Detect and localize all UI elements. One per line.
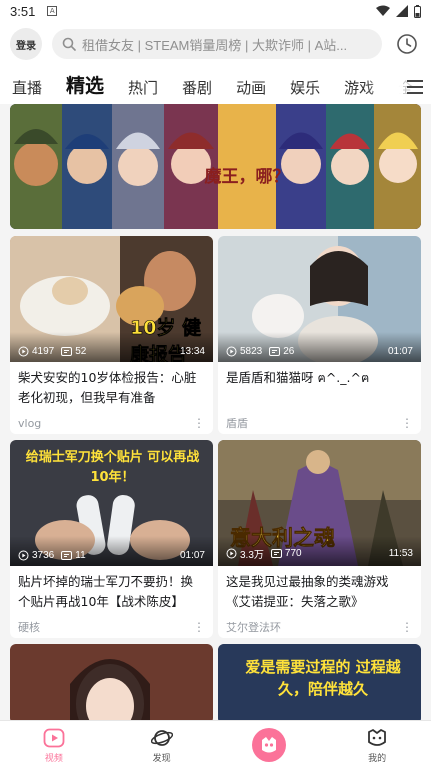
thumbnail-caption: 爱是需要过程的 过程越久，陪伴越久 — [245, 658, 401, 698]
views-icon — [226, 548, 237, 559]
video-card[interactable]: 意大利之魂 3.3万 770 11:53 这是我见过最抽象的类魂游戏《艾诺提亚：… — [218, 440, 421, 638]
danmaku-count: 26 — [283, 346, 295, 357]
danmaku-icon — [269, 347, 281, 356]
video-title: 是盾盾和猫猫呀 ฅ^._.^ฅ — [226, 370, 370, 385]
nav-discover[interactable]: 发现 — [108, 721, 216, 769]
nav-video-label: 视频 — [44, 753, 63, 764]
planet-icon — [150, 729, 173, 746]
views-icon — [18, 550, 29, 561]
view-count: 3.3万 — [240, 550, 264, 561]
search-icon — [62, 37, 76, 51]
play-icon — [43, 728, 65, 747]
search-placeholder: 租借女友 | STEAM销量周榜 | 大欺诈师 | A站... — [82, 37, 348, 53]
video-thumbnail: 10岁 健康报告 4197 52 13:34 — [10, 236, 213, 362]
tab-hot[interactable]: 热门 — [128, 77, 158, 98]
banner-artwork: 魔王，哪？ — [10, 104, 421, 229]
video-card[interactable]: 10岁 健康报告 4197 52 13:34 柴犬安安的10岁体检报告：心脏老化… — [10, 236, 213, 434]
video-duration: 13:34 — [179, 346, 205, 357]
danmaku-count: 52 — [75, 346, 87, 357]
view-count: 3736 — [32, 550, 55, 561]
video-author: 硬核 — [18, 621, 40, 634]
bottom-nav: 视频 发现 我的 — [0, 720, 431, 769]
video-duration: 01:07 — [179, 550, 205, 561]
category-tabs: 直播 精选 热门 番剧 动画 娱乐 游戏 全 — [0, 66, 431, 104]
video-thumbnail: 爱是需要过程的 过程越久，陪伴越久 — [218, 644, 421, 724]
tab-entertainment[interactable]: 娱乐 — [290, 77, 320, 98]
danmaku-icon — [61, 551, 73, 560]
thumbnail-image — [10, 644, 213, 724]
view-count: 4197 — [32, 346, 55, 357]
video-title: 贴片坏掉的瑞士军刀不要扔！换个贴片再战10年【战术陈皮】 — [18, 574, 194, 609]
video-card[interactable]: 5823 26 01:07 是盾盾和猫猫呀 ฅ^._.^ฅ 盾盾 ⋮ — [218, 236, 421, 434]
battery-icon — [414, 4, 421, 18]
video-thumbnail: 意大利之魂 3.3万 770 11:53 — [218, 440, 421, 566]
tab-live[interactable]: 直播 — [12, 77, 42, 98]
signal-icon — [396, 5, 408, 17]
video-author: 艾尔登法环 — [226, 621, 281, 634]
danmaku-count: 11 — [75, 550, 86, 561]
video-card[interactable]: 给瑞士军刀换个贴片 可以再战10年！ 3736 11 01:07 贴片坏掉的瑞士… — [10, 440, 213, 638]
nav-center[interactable] — [216, 721, 324, 769]
more-options-icon[interactable]: ⋮ — [401, 416, 413, 430]
video-thumbnail — [10, 644, 213, 724]
video-duration: 11:53 — [388, 548, 413, 559]
video-stats: 3.3万 770 11:53 — [226, 546, 413, 561]
status-bar: 3:51 A — [0, 0, 431, 22]
video-stats: 4197 52 13:34 — [18, 346, 205, 357]
tabs-fade — [363, 66, 403, 104]
danmaku-icon — [61, 347, 73, 356]
nav-video[interactable]: 视频 — [0, 721, 108, 769]
avatar-icon — [368, 728, 387, 746]
danmaku-icon — [270, 549, 282, 558]
video-stats: 3736 11 01:07 — [18, 550, 205, 561]
nav-mine-label: 我的 — [368, 753, 387, 764]
notification-icon: A — [47, 6, 58, 16]
video-author: 盾盾 — [226, 417, 248, 430]
tab-bangumi[interactable]: 番剧 — [182, 77, 212, 98]
wifi-icon — [376, 5, 390, 16]
status-icons — [376, 4, 421, 18]
video-title: 这是我见过最抽象的类魂游戏《艾诺提亚：失落之歌》 — [226, 574, 389, 609]
tab-featured[interactable]: 精选 — [66, 71, 104, 98]
banner-logo-text: 魔王，哪？ — [205, 166, 290, 187]
video-stats: 5823 26 01:07 — [226, 346, 413, 357]
video-duration: 01:07 — [387, 346, 413, 357]
status-time: 3:51 — [10, 3, 36, 19]
video-author: vlog — [18, 416, 42, 430]
search-bar[interactable]: 租借女友 | STEAM销量周榜 | 大欺诈师 | A站... — [52, 29, 382, 59]
top-header: 登录 租借女友 | STEAM销量周榜 | 大欺诈师 | A站... — [0, 22, 431, 66]
views-icon — [226, 346, 237, 357]
video-card[interactable]: 爱是需要过程的 过程越久，陪伴越久 — [218, 644, 421, 724]
video-thumbnail: 给瑞士军刀换个贴片 可以再战10年！ 3736 11 01:07 — [10, 440, 213, 566]
tab-animation[interactable]: 动画 — [236, 77, 266, 98]
login-button[interactable]: 登录 — [10, 28, 42, 60]
thumbnail-caption: 给瑞士军刀换个贴片 可以再战10年！ — [25, 450, 200, 485]
nav-discover-label: 发现 — [152, 753, 171, 764]
view-count: 5823 — [240, 346, 263, 357]
more-options-icon[interactable]: ⋮ — [401, 620, 413, 634]
video-thumbnail: 5823 26 01:07 — [218, 236, 421, 362]
menu-icon[interactable] — [407, 80, 423, 94]
video-card[interactable] — [10, 644, 213, 724]
nav-mine[interactable]: 我的 — [323, 721, 431, 769]
more-options-icon[interactable]: ⋮ — [193, 620, 205, 634]
video-title: 柴犬安安的10岁体检报告：心脏老化初现，但我早有准备 — [18, 370, 197, 405]
danmaku-count: 770 — [284, 548, 302, 559]
more-options-icon[interactable]: ⋮ — [193, 416, 205, 430]
brand-icon — [252, 728, 287, 762]
views-icon — [18, 346, 29, 357]
history-icon[interactable] — [396, 33, 418, 55]
promo-banner[interactable]: 魔王，哪？ — [10, 104, 421, 229]
